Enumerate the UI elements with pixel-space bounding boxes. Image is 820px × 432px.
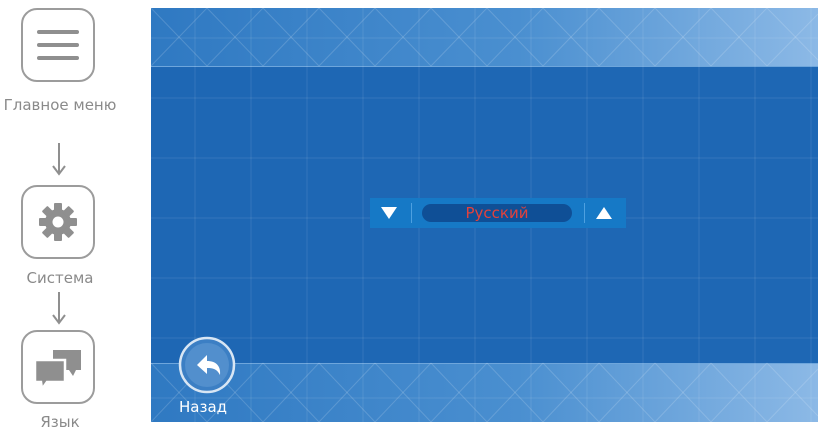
- device-screen: Русский Назад: [151, 8, 818, 422]
- gear-icon: [39, 203, 77, 241]
- instruction-sidebar: Главное меню Система Язык: [0, 0, 124, 431]
- back-arrow-icon: [178, 336, 236, 394]
- selected-language-value[interactable]: Русский: [422, 204, 572, 222]
- system-step-label: Система: [26, 269, 94, 287]
- next-language-button[interactable]: [585, 198, 625, 228]
- arrow-down-icon: [52, 292, 66, 325]
- previous-language-button[interactable]: [370, 198, 410, 228]
- back-button[interactable]: [178, 336, 236, 394]
- triangle-up-icon: [596, 207, 612, 219]
- triangle-down-icon: [381, 207, 397, 219]
- main-menu-step-icon-box: [21, 8, 95, 82]
- language-step-label: Язык: [40, 413, 80, 431]
- language-selector: Русский: [370, 198, 626, 228]
- chat-bubbles-icon: [33, 350, 81, 393]
- selector-divider: [411, 203, 412, 223]
- menu-icon: [37, 30, 79, 60]
- language-step-icon-box: [21, 330, 95, 404]
- main-menu-step-label: Главное меню: [3, 96, 117, 114]
- system-step-icon-box: [21, 185, 95, 259]
- back-button-label: Назад: [179, 398, 228, 416]
- arrow-down-icon: [52, 143, 66, 176]
